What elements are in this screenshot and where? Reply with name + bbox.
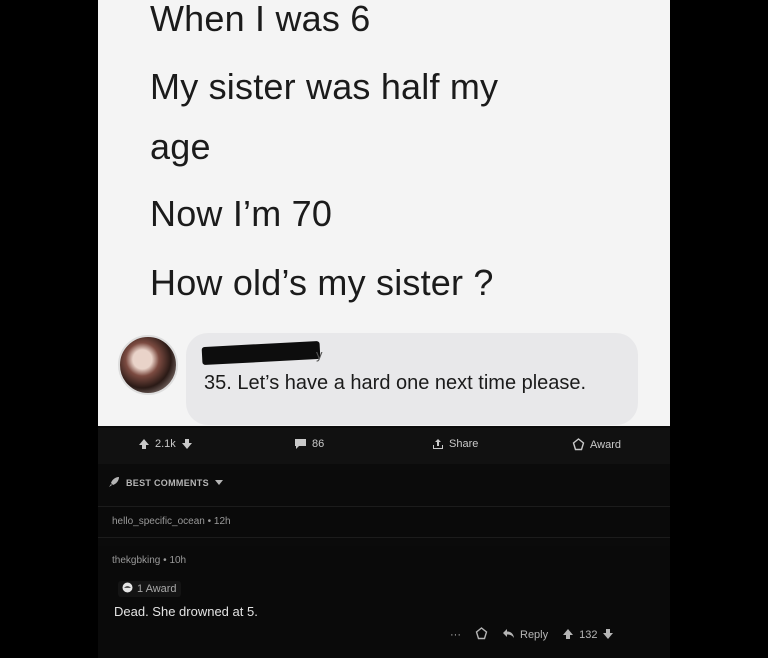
reply-name-tail: y bbox=[316, 347, 323, 362]
post-image[interactable]: When I was 6 My sister was half my age N… bbox=[98, 0, 670, 426]
rocket-icon bbox=[108, 476, 120, 490]
comment-meta: thekgbking • 10h bbox=[112, 555, 187, 566]
award-icon bbox=[572, 438, 585, 451]
sort-dropdown[interactable]: BEST COMMENTS bbox=[108, 476, 223, 490]
comment-author[interactable]: thekgbking bbox=[112, 555, 160, 566]
reply-button[interactable]: Reply bbox=[502, 628, 548, 642]
comment-author[interactable]: hello_specific_ocean bbox=[112, 516, 205, 527]
sort-label: BEST COMMENTS bbox=[126, 478, 209, 488]
award-badge[interactable]: 1 Award bbox=[118, 581, 181, 597]
meme-line-2: My sister was half my bbox=[150, 66, 499, 107]
share-button[interactable]: Share bbox=[432, 438, 478, 450]
downvote-icon[interactable] bbox=[602, 628, 614, 643]
comment-collapsed[interactable]: hello_specific_ocean • 12h bbox=[98, 506, 670, 538]
upvote-icon[interactable] bbox=[138, 438, 150, 450]
reply-avatar bbox=[118, 335, 178, 395]
comment-icon bbox=[294, 438, 307, 450]
vote-count: 2.1k bbox=[155, 438, 176, 450]
award-label: Award bbox=[590, 438, 621, 451]
post-action-bar: 2.1k 86 Share Award bbox=[98, 428, 670, 464]
meme-line-3: age bbox=[150, 126, 211, 167]
upvote-icon[interactable] bbox=[562, 628, 574, 643]
downvote-icon[interactable] bbox=[181, 438, 193, 450]
share-label: Share bbox=[449, 438, 479, 450]
meme-line-5: How old’s my sister ? bbox=[150, 262, 494, 303]
comment-age: 12h bbox=[213, 516, 231, 527]
award-badge-label: 1 Award bbox=[137, 583, 177, 595]
meme-line-1: When I was 6 bbox=[150, 0, 371, 39]
award-badge-icon bbox=[122, 582, 133, 596]
comments-button[interactable]: 86 bbox=[294, 438, 324, 450]
comment-score: 132 bbox=[579, 629, 598, 641]
reply-label: Reply bbox=[520, 629, 549, 641]
comment-body: Dead. She drowned at 5. bbox=[114, 604, 258, 619]
comment-vote-control: 132 bbox=[562, 628, 614, 643]
comment-actions: ··· Reply 132 bbox=[450, 627, 614, 643]
more-options-button[interactable]: ··· bbox=[450, 629, 461, 641]
comment: thekgbking • 10h 1 Award Dead. She drown… bbox=[98, 546, 670, 658]
award-button[interactable]: Award bbox=[572, 438, 621, 451]
share-icon bbox=[432, 438, 444, 450]
reply-text: 35. Let’s have a hard one next time plea… bbox=[204, 372, 587, 394]
award-icon[interactable] bbox=[475, 627, 488, 643]
comment-count: 86 bbox=[312, 438, 325, 450]
comment-meta: hello_specific_ocean • 12h bbox=[112, 516, 231, 527]
reply-icon bbox=[502, 628, 515, 642]
vote-control: 2.1k bbox=[138, 438, 193, 450]
comment-age: 10h bbox=[169, 555, 187, 566]
meme-line-4: Now I’m 70 bbox=[150, 193, 333, 234]
chevron-down-icon bbox=[214, 478, 223, 488]
